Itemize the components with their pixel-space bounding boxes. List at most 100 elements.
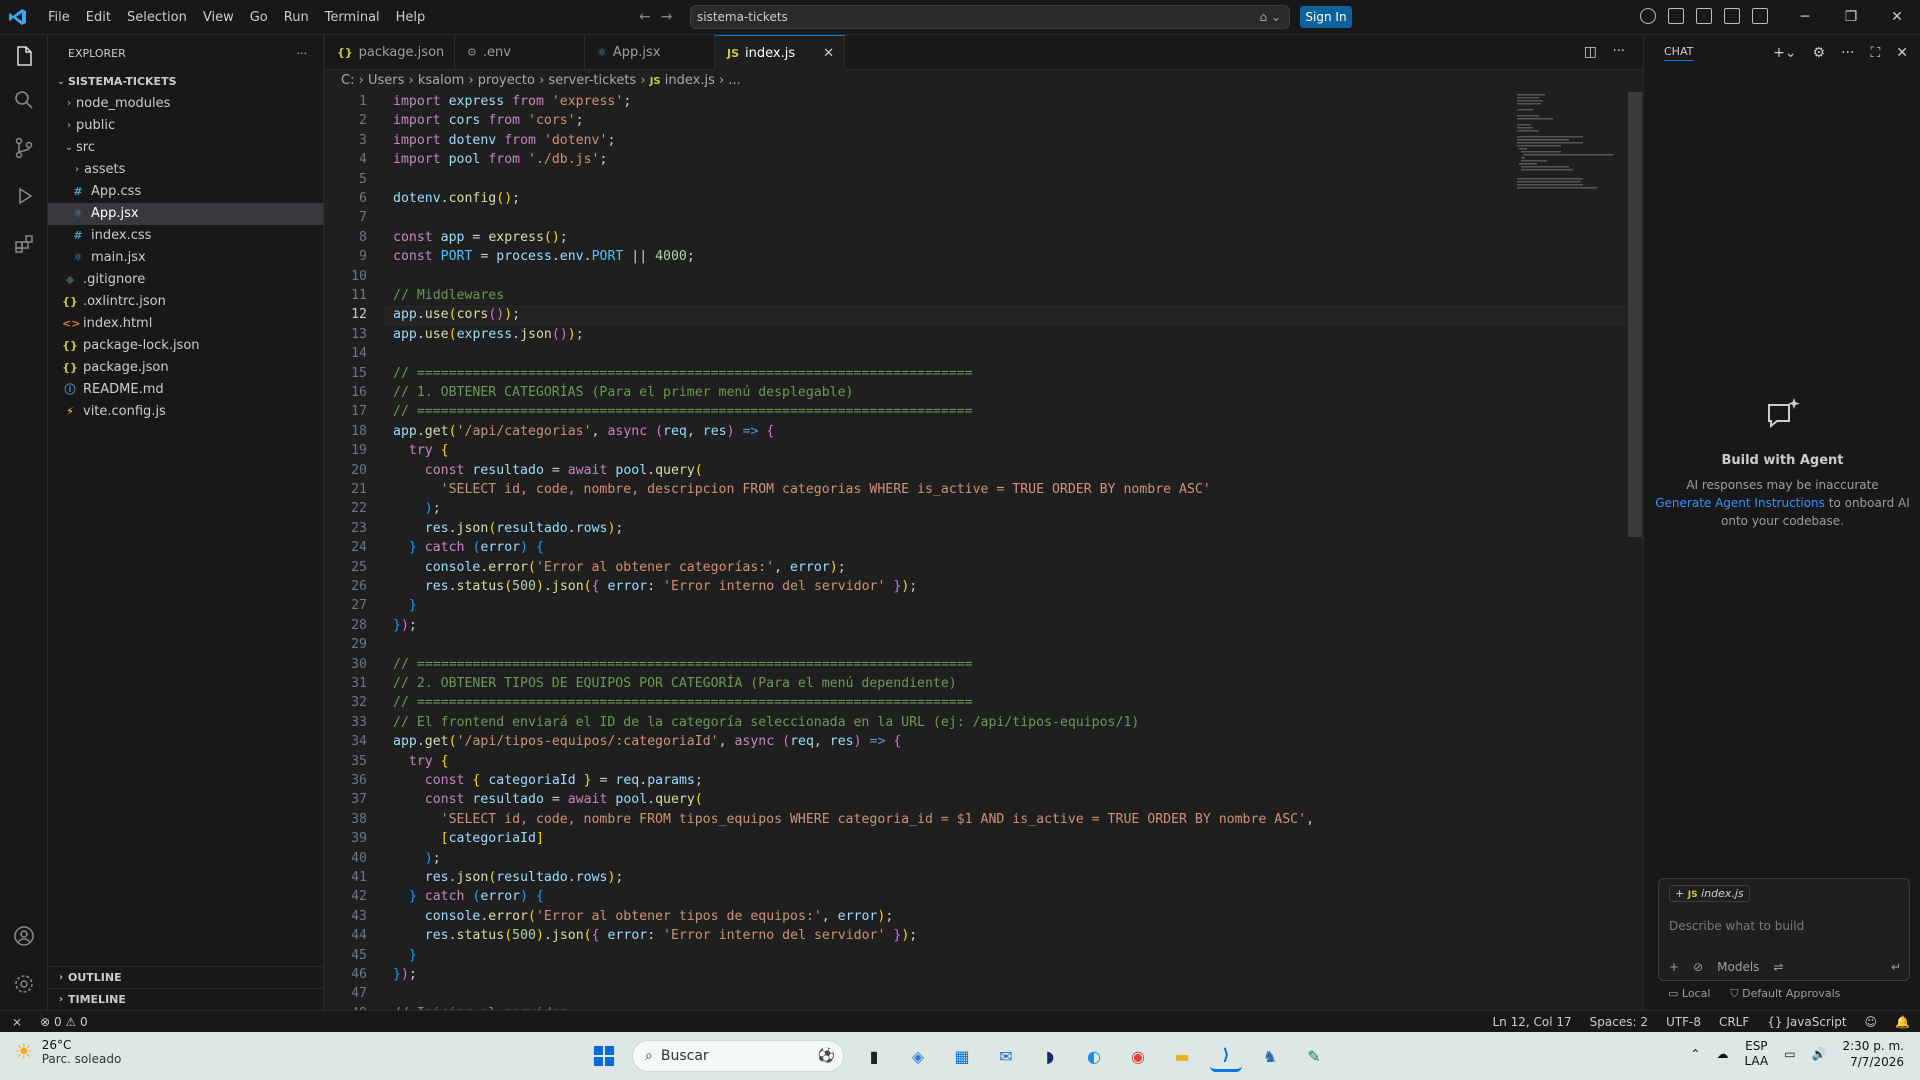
code-line[interactable]: import pool from './db.js'; xyxy=(393,152,607,167)
code-line[interactable]: ); xyxy=(393,851,441,866)
code-line[interactable]: }); xyxy=(393,618,417,633)
breadcrumb-server-tickets[interactable]: server-tickets xyxy=(548,73,636,88)
onedrive-icon[interactable]: ☁ xyxy=(1716,1047,1728,1061)
chat-input-box[interactable]: + JS index.js Describe what to build + ⊘… xyxy=(1658,878,1910,981)
tab-index-js[interactable]: JS index.js ✕ xyxy=(715,35,845,70)
m365-icon[interactable]: ◈ xyxy=(902,1040,934,1072)
send-icon[interactable]: ↵ xyxy=(1891,960,1901,974)
tree-item-assets[interactable]: › assets xyxy=(48,159,323,181)
code-line[interactable]: // =====================================… xyxy=(393,695,973,710)
code-line[interactable]: // =====================================… xyxy=(393,366,973,381)
code-line[interactable]: // 1. OBTENER CATEGORÍAS (Para el primer… xyxy=(393,385,854,400)
code-line[interactable]: const { categoriaId } = req.params; xyxy=(393,773,703,788)
code-line[interactable]: } catch (error) { xyxy=(393,889,544,904)
close-tab-icon[interactable]: ✕ xyxy=(823,46,834,61)
chat-title[interactable]: CHAT xyxy=(1664,45,1694,61)
toggle-primary-sidebar-icon[interactable] xyxy=(1696,8,1712,24)
code-line[interactable]: const app = express(); xyxy=(393,230,568,245)
code-line[interactable]: app.get('/api/categorias', async (req, r… xyxy=(393,424,774,439)
menu-file[interactable]: File xyxy=(40,0,78,35)
indentation[interactable]: Spaces: 2 xyxy=(1590,1011,1648,1033)
input-language[interactable]: ESP LAA xyxy=(1744,1039,1768,1069)
remote-icon[interactable]: ⨯ xyxy=(12,1015,22,1029)
menu-selection[interactable]: Selection xyxy=(119,0,195,35)
code-line[interactable]: } xyxy=(393,948,417,963)
code-line[interactable]: try { xyxy=(393,754,449,769)
tree-item-index-html[interactable]: <> index.html xyxy=(48,313,323,335)
menu-go[interactable]: Go xyxy=(242,0,276,35)
edge-icon[interactable]: ◐ xyxy=(1078,1040,1110,1072)
task-view-icon[interactable]: ▮ xyxy=(858,1040,890,1072)
code-line[interactable]: res.json(resultado.rows); xyxy=(393,870,624,885)
toggle-secondary-sidebar-icon[interactable] xyxy=(1752,8,1768,24)
tree-item-oxlintrc[interactable]: {} .oxlintrc.json xyxy=(48,291,323,313)
encoding[interactable]: UTF-8 xyxy=(1666,1011,1701,1033)
end-of-line[interactable]: CRLF xyxy=(1719,1011,1749,1033)
tree-item-gitignore[interactable]: ◆ .gitignore xyxy=(48,269,323,291)
code-line[interactable]: console.error('Error al obtener tipos de… xyxy=(393,909,894,924)
approvals-mode[interactable]: ⛉ Default Approvals xyxy=(1730,987,1840,1001)
editor-more-icon[interactable]: ··· xyxy=(1613,44,1625,59)
breadcrumb-proyecto[interactable]: proyecto xyxy=(478,73,535,88)
breadcrumb-ksalom[interactable]: ksalom xyxy=(418,73,465,88)
local-mode[interactable]: ▭ Local xyxy=(1668,987,1710,1001)
file-explorer-icon[interactable]: ▬ xyxy=(1166,1040,1198,1072)
tree-item-vite-config[interactable]: ⚡ vite.config.js xyxy=(48,401,323,423)
outline-panel[interactable]: › OUTLINE xyxy=(48,966,324,988)
tab-env[interactable]: ⚙ .env xyxy=(455,35,585,70)
code-line[interactable]: res.json(resultado.rows); xyxy=(393,521,624,536)
database-app-icon[interactable]: ♞ xyxy=(1254,1040,1286,1072)
close-chat-icon[interactable]: ✕ xyxy=(1896,45,1908,61)
network-icon[interactable]: ▭ xyxy=(1784,1047,1795,1061)
restore-icon[interactable]: ❐ xyxy=(1828,0,1874,35)
search-icon[interactable] xyxy=(11,87,37,113)
menu-view[interactable]: View xyxy=(195,0,242,35)
tree-item-public[interactable]: › public xyxy=(48,115,323,137)
weather-widget[interactable]: ☀ 26°C Parc. soleado xyxy=(14,1038,121,1066)
language-mode[interactable]: {} JavaScript xyxy=(1767,1011,1846,1033)
code-line[interactable]: app.use(express.json()); xyxy=(393,327,584,342)
code-line[interactable]: res.status(500).json({ error: 'Error int… xyxy=(393,928,917,943)
code-line[interactable]: res.status(500).json({ error: 'Error int… xyxy=(393,579,917,594)
chat-more-icon[interactable]: ··· xyxy=(1841,45,1854,61)
code-line[interactable]: app.get('/api/tipos-equipos/:categoriaId… xyxy=(393,734,901,749)
copilot-status-icon[interactable]: ☺ xyxy=(1865,1011,1878,1033)
chat-input[interactable]: Describe what to build xyxy=(1669,919,1804,933)
code-line[interactable]: import cors from 'cors'; xyxy=(393,113,584,128)
chevron-up-icon[interactable]: ⌃ xyxy=(1690,1047,1700,1061)
sign-in-button[interactable]: Sign In xyxy=(1300,6,1352,28)
code-line[interactable]: import dotenv from 'dotenv'; xyxy=(393,133,615,148)
explorer-icon[interactable] xyxy=(11,43,37,69)
source-control-icon[interactable] xyxy=(11,135,37,161)
configure-tools-icon[interactable]: ⇌ xyxy=(1773,960,1783,974)
code-line[interactable]: app.use(cors()); xyxy=(393,307,520,322)
toggle-panel-icon[interactable] xyxy=(1724,8,1740,24)
menu-run[interactable]: Run xyxy=(276,0,317,35)
tree-item-index-css[interactable]: # index.css xyxy=(48,225,323,247)
breadcrumb-index-js[interactable]: index.js xyxy=(665,73,715,88)
code-line[interactable]: console.error('Error al obtener categorí… xyxy=(393,560,846,575)
code-editor[interactable]: 1 import express from 'express'; 2 import c… xyxy=(325,92,1625,1010)
breadcrumb-drive[interactable]: C: xyxy=(341,73,354,88)
models-picker[interactable]: Models xyxy=(1717,960,1759,974)
menu-terminal[interactable]: Terminal xyxy=(317,0,388,35)
menu-help[interactable]: Help xyxy=(388,0,434,35)
settings-gear-icon[interactable] xyxy=(11,971,37,997)
tools-icon[interactable]: ⊘ xyxy=(1693,960,1703,974)
app-icon[interactable]: ◗ xyxy=(1034,1040,1066,1072)
code-line[interactable]: // 2. OBTENER TIPOS DE EQUIPOS POR CATEG… xyxy=(393,676,957,691)
code-line[interactable]: // Middlewares xyxy=(393,288,504,303)
breadcrumb-users[interactable]: Users xyxy=(368,73,404,88)
outlook-icon[interactable]: ✉ xyxy=(990,1040,1022,1072)
breadcrumb-more[interactable]: ... xyxy=(728,73,740,88)
tab-package-json[interactable]: {} package.json xyxy=(325,35,455,70)
taskbar-search[interactable]: ⌕ Buscar ⚽ xyxy=(632,1040,844,1072)
code-line[interactable]: } catch (error) { xyxy=(393,540,544,555)
code-line[interactable]: import express from 'express'; xyxy=(393,94,631,109)
extensions-icon[interactable] xyxy=(11,231,37,257)
code-line[interactable]: ); xyxy=(393,501,441,516)
code-line[interactable]: const resultado = await pool.query( xyxy=(393,792,703,807)
add-context-icon[interactable]: + xyxy=(1669,960,1679,974)
tree-item-src[interactable]: ⌄ src xyxy=(48,137,323,159)
split-editor-icon[interactable]: ◫ xyxy=(1584,44,1597,60)
